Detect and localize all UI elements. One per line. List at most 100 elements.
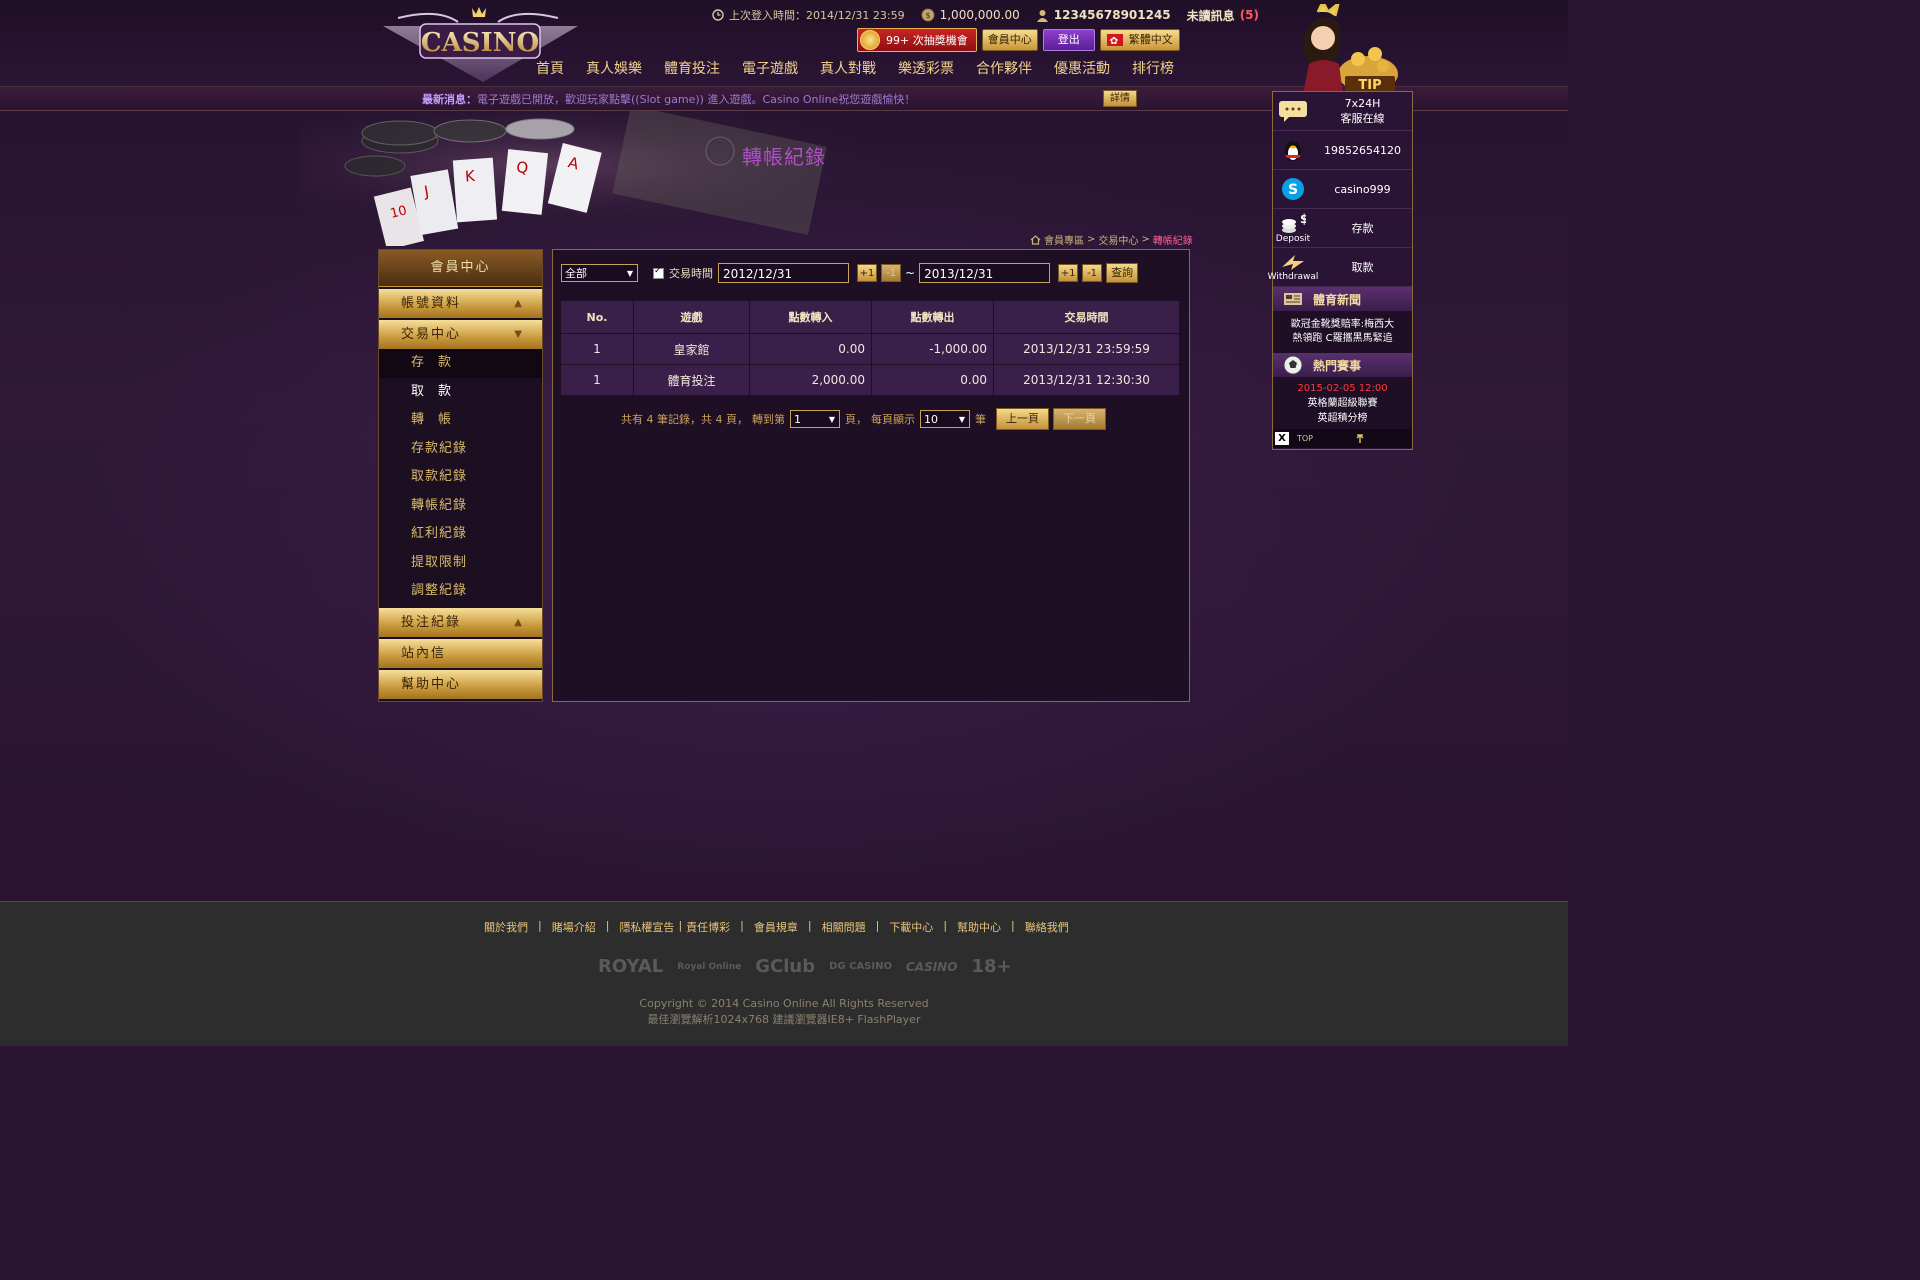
footer-link-responsible-gaming[interactable]: 責任博彩	[686, 919, 730, 935]
footer-link-about[interactable]: 關於我們	[484, 919, 528, 935]
unread-label[interactable]: 未讀訊息	[1187, 7, 1235, 24]
language-label[interactable]: 繁體中文	[1129, 30, 1173, 50]
footer-link-help[interactable]: 幫助中心	[957, 919, 1001, 935]
qq-row[interactable]: 19852654120	[1273, 131, 1412, 170]
query-button[interactable]: 查詢	[1106, 263, 1139, 283]
start-date-input[interactable]: 2012/12/31	[718, 263, 849, 283]
sidebar-item-transfer[interactable]: 轉帳	[379, 406, 542, 435]
footer-link-contact[interactable]: 聯絡我們	[1025, 919, 1069, 935]
logout-button[interactable]: 登出	[1042, 29, 1095, 51]
sports-news-line[interactable]: 歐冠金靴獎賠率:梅西大	[1291, 318, 1394, 332]
sidebar-item-deposit-records[interactable]: 存款紀錄	[379, 435, 542, 464]
lottery-button[interactable]: 99+ 次抽獎機會	[857, 28, 977, 52]
sidebar-group-label[interactable]: 站內信	[401, 646, 446, 661]
nav-slots[interactable]: 電子遊戲	[731, 58, 809, 80]
sidebar-group-label[interactable]: 投注紀錄	[401, 615, 461, 630]
footer-link-downloads[interactable]: 下載中心	[889, 919, 933, 935]
table-row: 1 皇家館 0.00 -1,000.00 2013/12/31 23:59:59	[560, 333, 1180, 365]
qq-number[interactable]: 19852654120	[1313, 144, 1412, 157]
event-league[interactable]: 英格蘭超級聯賽	[1308, 396, 1378, 411]
sidebar-group-label[interactable]: 交易中心	[401, 327, 461, 342]
nav-sports[interactable]: 體育投注	[653, 58, 731, 80]
sidebar-group-transaction[interactable]: 交易中心 ▼	[379, 320, 542, 349]
member-center-button[interactable]: 會員中心	[981, 29, 1038, 51]
back-to-top-label[interactable]: TOP	[1297, 434, 1313, 443]
start-minus-one-button[interactable]: -1	[881, 264, 901, 282]
sidebar-item-withdraw[interactable]: 取款	[379, 378, 542, 407]
breadcrumb-separator: >	[1087, 234, 1096, 245]
news-message[interactable]: 電子遊戲已開放，歡迎玩家點擊((Slot game)) 進入遊戲。Casino …	[477, 93, 915, 106]
svg-text:S: S	[1288, 182, 1298, 198]
lottery-label[interactable]: 99+ 次抽獎機會	[886, 32, 968, 48]
end-date-input[interactable]: 2013/12/31	[919, 263, 1051, 283]
time-filter-checkbox[interactable]	[653, 266, 664, 279]
unread-count[interactable]: (5)	[1240, 8, 1259, 22]
home-icon[interactable]	[1030, 234, 1041, 245]
sports-news-content[interactable]: 歐冠金靴獎賠率:梅西大 熱領跑 C羅攜黑馬緊追	[1273, 311, 1412, 353]
nav-leaderboard[interactable]: 排行榜	[1121, 58, 1185, 80]
per-page-value[interactable]: 10	[924, 413, 938, 426]
game-type-select[interactable]: 全部 ▼	[561, 264, 638, 282]
sidebar-group-account[interactable]: 帳號資料 ▲	[379, 289, 542, 318]
username-value: 12345678901245	[1053, 8, 1171, 22]
footer-link-faq[interactable]: 相關問題	[822, 919, 866, 935]
page-select[interactable]: 1 ▼	[789, 410, 840, 428]
hot-events-title: 熱門賽事	[1313, 358, 1362, 373]
skype-id[interactable]: casino999	[1313, 183, 1412, 196]
withdraw-arrow-icon	[1282, 255, 1304, 270]
language-button[interactable]: 繁體中文	[1099, 29, 1180, 52]
breadcrumb-member-area[interactable]: 會員專區	[1044, 232, 1084, 246]
mascot-lady-illustration: TIP	[1302, 4, 1398, 94]
game-type-value[interactable]: 全部	[565, 267, 587, 280]
customer-service-row[interactable]: 7x24H 客服在線	[1273, 92, 1412, 131]
prev-page-button[interactable]: 上一頁	[995, 408, 1049, 430]
sidebar-item-deposit[interactable]: 存款	[379, 349, 542, 378]
end-plus-one-button[interactable]: +1	[1058, 264, 1079, 282]
breadcrumb-transaction-center[interactable]: 交易中心	[1098, 232, 1138, 246]
page-title: 轉帳紀錄	[742, 145, 826, 169]
page-select-value[interactable]: 1	[794, 413, 801, 426]
royal-online-logo: Royal Online	[677, 961, 742, 972]
deposit-link[interactable]: 存款	[1313, 220, 1412, 236]
news-detail-button[interactable]: 詳情	[1103, 90, 1137, 107]
sidebar-group-help[interactable]: 幫助中心	[379, 669, 542, 699]
footer-link-casino-intro[interactable]: 賭場介紹	[552, 919, 596, 935]
footer-link-privacy[interactable]: 隱私權宣告	[619, 919, 674, 935]
news-ticker[interactable]: 最新消息：電子遊戲已開放，歡迎玩家點擊((Slot game)) 進入遊戲。Ca…	[422, 91, 915, 107]
next-page-button[interactable]: 下一頁	[1052, 408, 1106, 430]
nav-lottery[interactable]: 樂透彩票	[887, 58, 965, 80]
unread-messages[interactable]: 未讀訊息 (5)	[1187, 7, 1259, 24]
withdraw-link[interactable]: 取款	[1313, 259, 1412, 275]
deposit-coins-icon: $	[1282, 212, 1306, 233]
nav-live-casino[interactable]: 真人娛樂	[575, 58, 653, 80]
start-plus-one-button[interactable]: +1	[857, 264, 877, 282]
main-nav: 首頁 真人娛樂 體育投注 電子遊戲 真人對戰 樂透彩票 合作夥伴 優惠活動 排行…	[536, 58, 1185, 80]
breadcrumb-current: 轉帳紀錄	[1152, 236, 1193, 246]
nav-pvp[interactable]: 真人對戰	[809, 58, 887, 80]
sidebar-item-withdraw-limits[interactable]: 提取限制	[379, 549, 542, 578]
widget-close-button[interactable]: X	[1275, 432, 1289, 445]
event-date: 2015-02-05 12:00	[1297, 382, 1388, 394]
hot-event-item[interactable]: 2015-02-05 12:00 英格蘭超級聯賽 英超積分榜	[1273, 377, 1412, 429]
skype-row[interactable]: S casino999	[1273, 170, 1412, 209]
sidebar-group-inbox[interactable]: 站內信	[379, 638, 542, 668]
per-page-select[interactable]: 10 ▼	[919, 410, 970, 428]
sidebar-group-label[interactable]: 帳號資料	[401, 296, 461, 311]
sidebar-item-adjust-records[interactable]: 調整紀錄	[379, 577, 542, 606]
sidebar-item-bonus-records[interactable]: 紅利紀錄	[379, 520, 542, 549]
arrow-up-icon[interactable]	[1355, 433, 1365, 444]
nav-partners[interactable]: 合作夥伴	[965, 58, 1043, 80]
nav-promotions[interactable]: 優惠活動	[1043, 58, 1121, 80]
withdraw-row[interactable]: Withdrawal 取款	[1268, 248, 1412, 287]
deposit-row[interactable]: $ Deposit 存款	[1273, 209, 1412, 248]
sidebar-group-label[interactable]: 幫助中心	[401, 677, 461, 692]
end-minus-one-button[interactable]: -1	[1082, 264, 1103, 282]
event-standings[interactable]: 英超積分榜	[1318, 411, 1368, 426]
filter-row: 全部 ▼ 交易時間 2012/12/31 +1 -1 ~ 2013/12/31 …	[561, 262, 1139, 284]
footer-link-member-rules[interactable]: 會員規章	[754, 919, 798, 935]
nav-home[interactable]: 首頁	[536, 58, 575, 80]
sidebar-item-withdraw-records[interactable]: 取款紀錄	[379, 463, 542, 492]
sidebar-group-bet-records[interactable]: 投注紀錄 ▲	[379, 607, 542, 637]
sports-news-line[interactable]: 熱領跑 C羅攜黑馬緊追	[1292, 332, 1392, 346]
sidebar-item-transfer-records[interactable]: 轉帳紀錄	[379, 492, 542, 521]
